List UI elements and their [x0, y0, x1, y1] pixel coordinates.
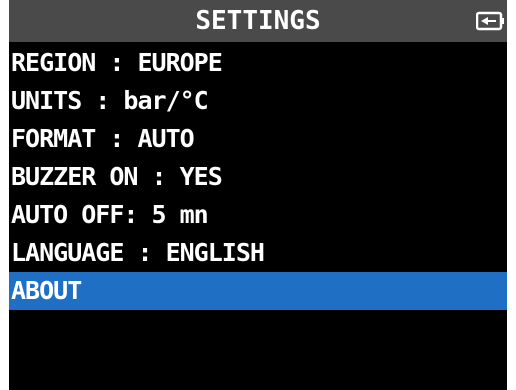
menu-item-label: BUZZER ON : YES [11, 162, 223, 191]
menu-item-label: AUTO OFF: 5 mn [11, 200, 209, 229]
menu-item-auto-off[interactable]: AUTO OFF: 5 mn [9, 196, 507, 234]
menu-item-label: ABOUT [11, 276, 82, 305]
menu-item-label: REGION : EUROPE [11, 48, 223, 77]
menu-item-region[interactable]: REGION : EUROPE [9, 44, 507, 82]
menu-item-buzzer[interactable]: BUZZER ON : YES [9, 158, 507, 196]
menu-item-label: UNITS : bar/°C [11, 86, 209, 115]
menu-item-label: LANGUAGE : ENGLISH [11, 238, 265, 267]
menu-item-units[interactable]: UNITS : bar/°C [9, 82, 507, 120]
menu-item-language[interactable]: LANGUAGE : ENGLISH [9, 234, 507, 272]
settings-menu: REGION : EUROPE UNITS : bar/°C FORMAT : … [9, 44, 507, 310]
title-bar: SETTINGS [9, 0, 507, 42]
page-title: SETTINGS [195, 6, 321, 36]
device-screen: SETTINGS REGION : EUROPE UNITS : bar/°C … [9, 0, 507, 390]
menu-item-label: FORMAT : AUTO [11, 124, 195, 153]
battery-icon [476, 11, 504, 31]
menu-item-about[interactable]: ABOUT [9, 272, 507, 310]
menu-item-format[interactable]: FORMAT : AUTO [9, 120, 507, 158]
